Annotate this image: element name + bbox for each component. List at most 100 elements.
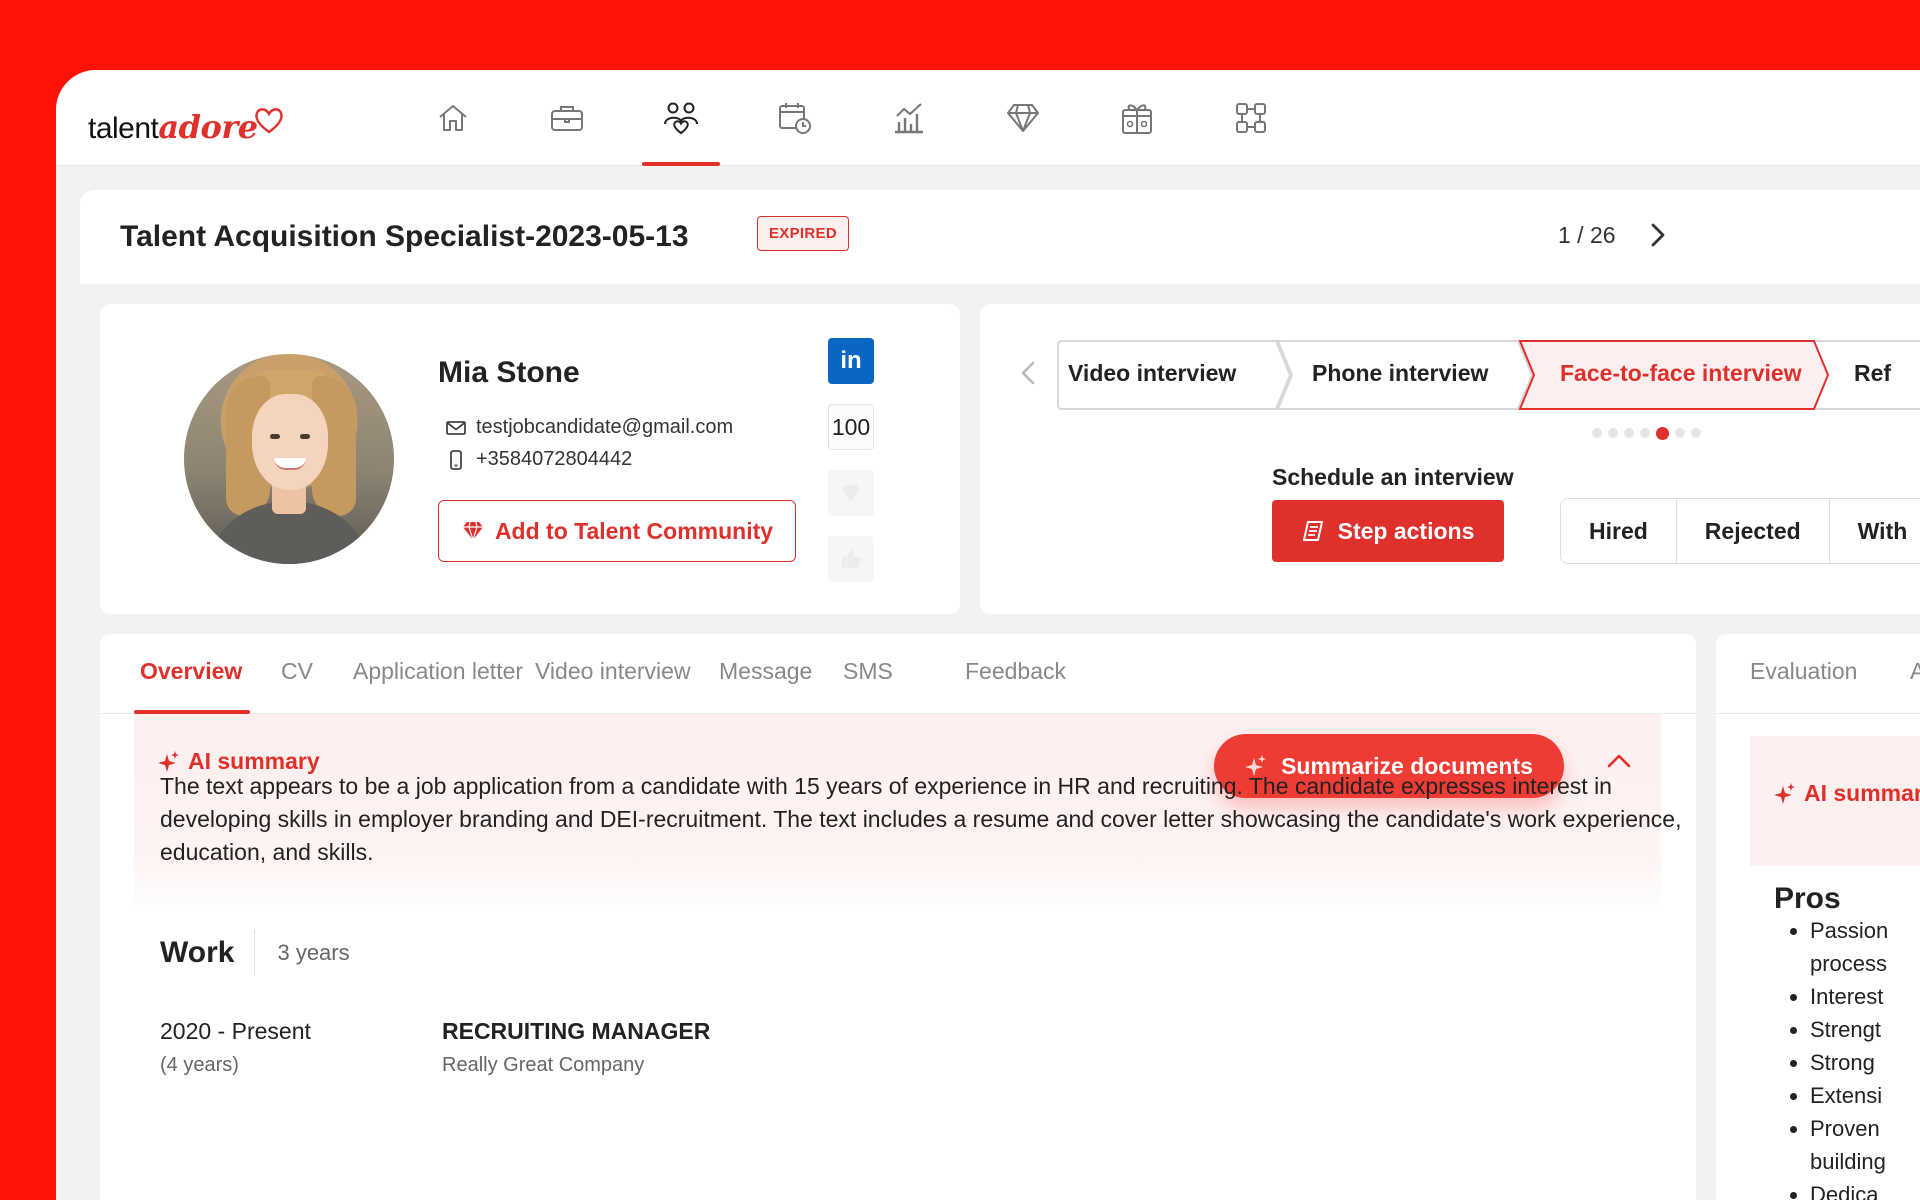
pipeline-progress-dots — [1592, 426, 1701, 440]
tab-overview[interactable]: Overview — [140, 658, 242, 685]
main-nav-icons — [396, 70, 1308, 166]
work-title: Work — [160, 930, 256, 976]
thumbs-up-icon — [842, 550, 861, 568]
chevron-up-icon — [1607, 754, 1631, 768]
integrations-icon — [1236, 103, 1266, 133]
add-to-talent-community-label: Add to Talent Community — [494, 517, 774, 544]
next-candidate-button[interactable] — [1644, 220, 1672, 250]
stage-face-to-face-interview[interactable]: Face-to-face interview — [1560, 360, 1802, 387]
candidate-avatar — [184, 354, 394, 564]
nav-referrals[interactable] — [1080, 70, 1194, 166]
home-icon — [439, 105, 467, 131]
pros-item: building — [1810, 1149, 1886, 1174]
pros-item: process — [1810, 951, 1888, 976]
pipeline-stages: Video interview Phone interview Face-to-… — [1056, 338, 1920, 412]
hired-button[interactable]: Hired — [1561, 499, 1677, 563]
candidate-pager: 1 / 26 — [1558, 222, 1616, 248]
evaluation-ai-summary-title: AI summar — [1804, 780, 1920, 806]
schedule-interview-label: Schedule an interview — [1272, 464, 1514, 490]
tab-video-interview[interactable]: Video interview — [535, 658, 691, 685]
stage-dot — [1691, 428, 1701, 438]
stage-dot-current — [1656, 426, 1669, 440]
stage-dot — [1640, 428, 1650, 438]
candidate-phone-row: +3584072804442 — [446, 448, 632, 471]
nav-talent-community[interactable] — [966, 70, 1080, 166]
tab-cv[interactable]: CV — [281, 658, 313, 685]
withdrawn-button[interactable]: With — [1830, 499, 1920, 563]
nav-home[interactable] — [396, 70, 510, 166]
candidate-email-row: testjobcandidate@gmail.com — [446, 416, 733, 439]
chevron-right-icon — [1651, 223, 1665, 247]
actions-list-icon — [1302, 521, 1323, 541]
pros-item: Strong — [1810, 1046, 1920, 1079]
stage-dot — [1624, 428, 1634, 438]
evaluation-ai-summary: AI summar — [1750, 736, 1920, 866]
candidate-email[interactable]: testjobcandidate@gmail.com — [476, 416, 733, 439]
evaluation-panel: Evaluation A AI summar Pros Passion proc… — [1716, 634, 1920, 1200]
candidate-phone[interactable]: +3584072804442 — [476, 448, 632, 471]
chevron-left-icon — [1021, 361, 1035, 385]
nav-jobs[interactable] — [510, 70, 624, 166]
work-total-years: 3 years — [277, 940, 350, 965]
stage-dot — [1592, 428, 1602, 438]
tab-evaluation[interactable]: Evaluation — [1750, 658, 1857, 685]
job-header: Talent Acquisition Specialist-2023-05-13… — [80, 190, 1920, 284]
logo-heart-icon — [254, 108, 283, 134]
candidate-card: Mia Stone testjobcandidate@gmail.com +35… — [100, 304, 960, 614]
stage-video-interview[interactable]: Video interview — [1068, 360, 1236, 387]
analytics-icon — [895, 103, 923, 134]
pros-item: Extensi — [1810, 1079, 1920, 1112]
work-entry-duration: (4 years) — [160, 1054, 239, 1076]
candidate-name: Mia Stone — [438, 356, 580, 389]
envelope-icon — [446, 420, 466, 435]
step-actions-button[interactable]: Step actions — [1272, 500, 1504, 562]
diamond-icon — [462, 521, 483, 542]
tab-message[interactable]: Message — [719, 658, 812, 685]
add-to-talent-community-button[interactable]: Add to Talent Community — [438, 500, 796, 562]
job-title: Talent Acquisition Specialist-2023-05-13 — [120, 220, 689, 253]
talent-community-toggle[interactable] — [828, 470, 874, 516]
work-section-header: Work 3 years — [160, 930, 350, 976]
tab-feedback[interactable]: Feedback — [965, 658, 1066, 685]
linkedin-button[interactable]: in — [828, 338, 874, 384]
stage-dot — [1608, 428, 1618, 438]
mobile-phone-icon — [450, 449, 462, 470]
rejected-button[interactable]: Rejected — [1677, 499, 1830, 563]
work-entry-role: RECRUITING MANAGER — [442, 1018, 711, 1044]
thumbs-up-button[interactable] — [828, 536, 874, 582]
pros-item: Dedica — [1810, 1178, 1920, 1200]
nav-integrations[interactable] — [1194, 70, 1308, 166]
candidates-icon — [664, 102, 698, 135]
talentadore-logo[interactable]: talent adore — [88, 90, 284, 146]
pros-item: Passion — [1810, 914, 1920, 947]
sparkle-icon — [1774, 782, 1795, 804]
work-entry-period: 2020 - Present — [160, 1018, 311, 1044]
tab-sms[interactable]: SMS — [843, 658, 893, 685]
work-entry-company: Really Great Company — [442, 1054, 645, 1076]
pros-item: Proven — [1810, 1112, 1920, 1145]
pipeline-previous-button[interactable] — [1020, 360, 1036, 391]
stage-references[interactable]: Ref — [1854, 360, 1891, 387]
briefcase-icon — [551, 106, 583, 131]
evaluation-tabs: Evaluation A — [1716, 634, 1920, 714]
tab-application-letter[interactable]: Application letter — [353, 658, 523, 685]
pros-heading: Pros — [1774, 882, 1841, 915]
ai-summary-text: The text appears to be a job application… — [160, 773, 1682, 865]
top-navigation: talent adore — [56, 70, 1920, 166]
recruitment-pipeline-card: Video interview Phone interview Face-to-… — [980, 304, 1920, 614]
nav-analytics[interactable] — [852, 70, 966, 166]
job-status-badge: EXPIRED — [757, 216, 849, 251]
diamond-icon — [1007, 104, 1039, 132]
pros-item: Strengt — [1810, 1013, 1920, 1046]
nav-candidates[interactable] — [624, 70, 738, 166]
outcome-button-group: Hired Rejected With — [1560, 498, 1920, 564]
tab-additional[interactable]: A — [1910, 658, 1920, 685]
stage-phone-interview[interactable]: Phone interview — [1312, 360, 1488, 387]
evaluation-ai-summary-header: AI summar — [1774, 780, 1920, 807]
candidate-score: 100 — [828, 404, 874, 450]
logo-text-adore: adore — [158, 108, 258, 146]
nav-schedule[interactable] — [738, 70, 852, 166]
pros-item: Interest — [1810, 980, 1920, 1013]
step-actions-label: Step actions — [1337, 517, 1475, 544]
diamond-icon — [841, 484, 861, 502]
